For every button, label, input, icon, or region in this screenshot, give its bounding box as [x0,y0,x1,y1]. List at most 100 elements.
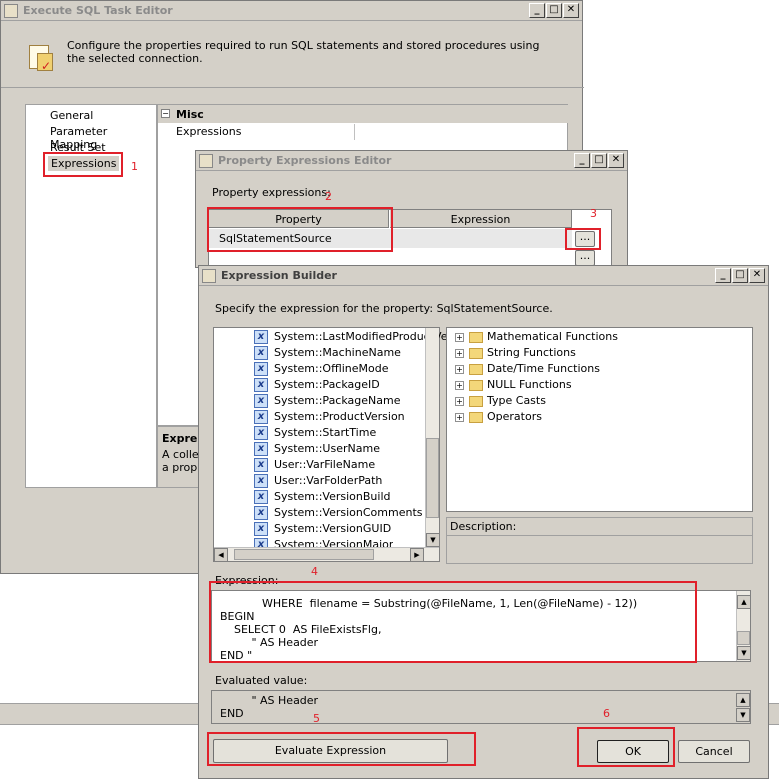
expand-icon[interactable]: + [455,348,464,358]
variable-icon: x [254,474,268,488]
list-item[interactable]: x System::ProductVersion [254,410,405,426]
variables-tree: x System::LastModifiedProductVe x System::… [213,327,448,562]
scroll-up-icon[interactable]: ▲ [737,595,751,609]
scroll-thumb[interactable] [426,438,439,518]
list-item[interactable]: x System::LastModifiedProductVe [254,330,448,346]
variable-icon: x [254,490,268,504]
list-item[interactable]: x System::VersionGUID [254,522,391,538]
variable-icon: x [254,442,268,456]
annotation-1: 1 [131,160,138,173]
highlight-box-2 [207,207,393,252]
expression-builder-window: Expression Builder _ □ ✕ Specify the exp… [198,265,769,779]
list-item[interactable]: x System::VersionComments [254,506,423,522]
scroll-right-icon[interactable]: ▶ [410,548,424,562]
variable-icon: x [254,394,268,408]
highlight-box-5 [207,732,476,766]
list-item[interactable]: x System::VersionBuild [254,490,391,506]
expand-icon[interactable]: + [455,332,464,342]
tree-item-null-functions[interactable]: + NULL Functions [455,378,572,394]
variable-icon: x [254,330,268,344]
maximize-icon[interactable]: □ [546,3,562,18]
highlight-box-4 [209,581,697,663]
variable-icon: x [254,346,268,360]
tree-item-string-functions[interactable]: + String Functions [455,346,576,362]
close-icon[interactable]: ✕ [608,153,624,168]
list-item[interactable]: x System::PackageID [254,378,380,394]
desc-line-1: A colle [162,448,199,461]
expand-icon[interactable]: + [455,380,464,390]
title-bar[interactable]: Expression Builder _ □ ✕ [199,266,768,286]
title-bar[interactable]: Execute SQL Task Editor _ □ ✕ [1,1,582,21]
annotation-6: 6 [603,707,610,720]
function-description-panel: Description: [446,517,753,564]
maximize-icon[interactable]: □ [732,268,748,283]
tree-item-mathematical-functions[interactable]: + Mathematical Functions [455,330,618,346]
evaluated-label: Evaluated value: [215,674,308,687]
close-icon[interactable]: ✕ [563,3,579,18]
functions-tree: + Mathematical Functions + String Function… [446,327,753,512]
annotation-4: 4 [311,565,318,578]
scroll-up-icon[interactable]: ▲ [736,693,750,707]
list-item[interactable]: x System::PackageName [254,394,400,410]
scroll-thumb[interactable] [234,549,374,560]
minimize-icon[interactable]: _ [529,3,545,18]
evaluated-scrollbar[interactable]: ▲ ▼ [736,691,750,723]
title-bar[interactable]: Property Expressions Editor _ □ ✕ [196,151,627,171]
close-icon[interactable]: ✕ [749,268,765,283]
folder-icon [469,379,483,391]
variable-icon: x [254,458,268,472]
annotation-5: 5 [313,712,320,725]
folder-icon [469,363,483,375]
tree-item-type-casts[interactable]: + Type Casts [455,394,546,410]
variables-horizontal-scrollbar[interactable]: ◀ ▶ [214,547,439,562]
task-icon: ✓ [25,41,55,73]
ellipsis-button-2[interactable]: ... [575,250,595,266]
folder-icon [469,331,483,343]
tree-item-date-time-functions[interactable]: + Date/Time Functions [455,362,600,378]
list-item[interactable]: x System::StartTime [254,426,376,442]
misc-category: − Misc [158,105,569,123]
expressions-property[interactable]: Expressions [176,125,241,138]
expression-scrollbar[interactable]: ▲ ▼ [736,591,751,661]
list-item[interactable]: x User::VarFileName [254,458,375,474]
window-title: Expression Builder [221,269,337,282]
variable-icon: x [254,522,268,536]
evaluated-textbox: " AS Header END ▲ ▼ [211,690,751,724]
list-item[interactable]: x System::MachineName [254,346,401,362]
minimize-icon[interactable]: _ [574,153,590,168]
variable-icon: x [254,426,268,440]
description-label: Description: [450,520,517,533]
expand-icon[interactable]: + [455,364,464,374]
annotation-2: 2 [325,190,332,203]
highlight-box-1 [43,152,123,177]
column-expression[interactable]: Expression [390,210,572,228]
collapse-icon[interactable]: − [161,109,170,118]
list-item[interactable]: x System::UserName [254,442,380,458]
nav-item-general[interactable]: General [50,109,93,122]
app-icon [199,154,213,168]
evaluated-text: " AS Header END [220,694,319,720]
cancel-button[interactable]: Cancel [678,740,750,763]
maximize-icon[interactable]: □ [591,153,607,168]
variables-vertical-scrollbar[interactable]: ▼ [425,328,440,547]
scroll-down-icon[interactable]: ▼ [736,708,750,722]
expressions-value[interactable] [354,124,568,140]
expand-icon[interactable]: + [455,396,464,406]
desc-line-2: a prop [162,461,198,474]
folder-icon [469,347,483,359]
folder-icon [469,395,483,407]
list-item[interactable]: x User::VarFolderPath [254,474,382,490]
tree-item-operators[interactable]: + Operators [455,410,542,426]
minimize-icon[interactable]: _ [715,268,731,283]
list-item[interactable]: x System::OfflineMode [254,362,389,378]
scroll-left-icon[interactable]: ◀ [214,548,228,562]
expand-icon[interactable]: + [455,412,464,422]
variable-icon: x [254,410,268,424]
property-expressions-label: Property expressions: [212,186,331,199]
scroll-down-icon[interactable]: ▼ [426,533,440,547]
app-icon [202,269,216,283]
variable-icon: x [254,362,268,376]
scroll-down-icon[interactable]: ▼ [737,646,751,660]
editor-description: Configure the properties required to run… [67,39,540,65]
scroll-thumb[interactable] [737,631,750,645]
